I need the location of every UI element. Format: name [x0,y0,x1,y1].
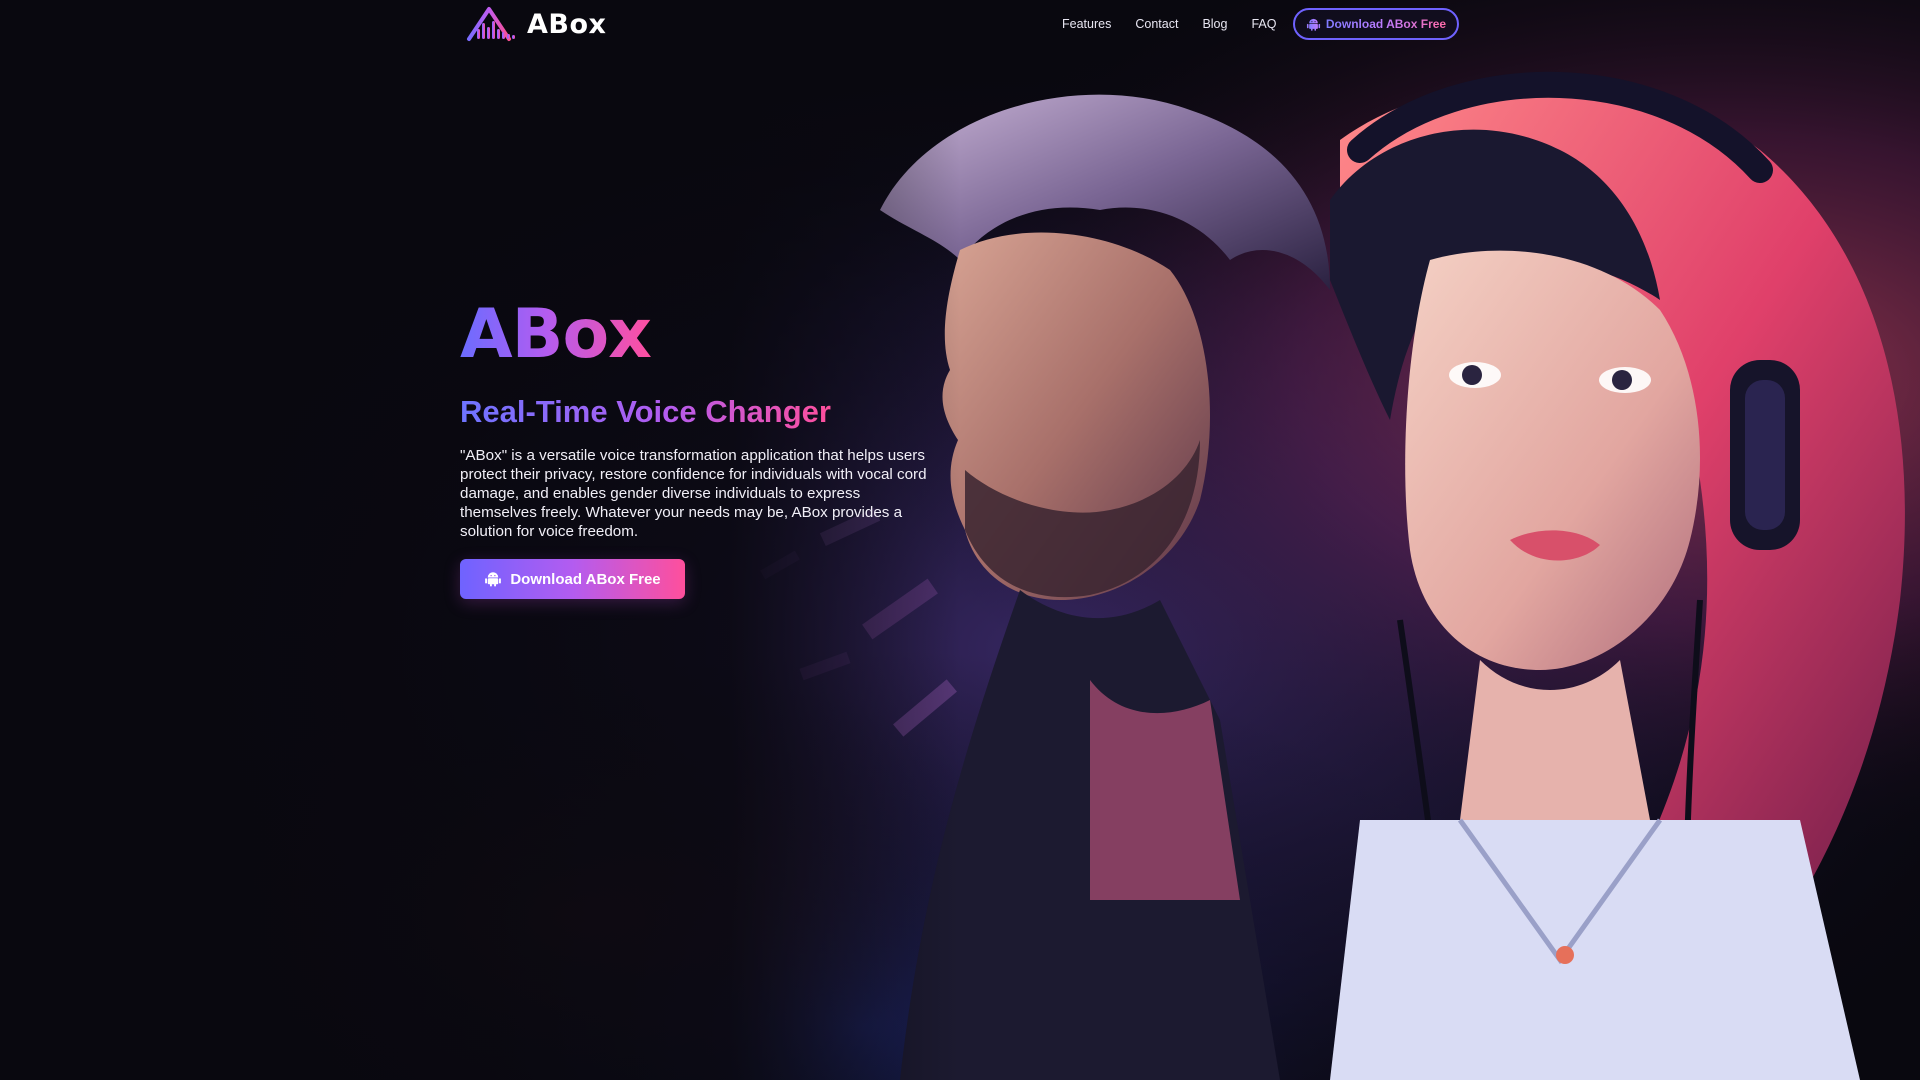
hero-title: ABox [460,290,652,380]
android-icon [485,572,502,587]
hero-download-button[interactable]: Download ABox Free [460,559,685,599]
nav-links: Features Contact Blog FAQ [1062,14,1276,34]
android-icon [1306,18,1320,31]
nav-link-faq[interactable]: FAQ [1251,14,1276,34]
nav-link-features[interactable]: Features [1062,14,1111,34]
hero-subtitle: Real-Time Voice Changer [460,392,831,432]
hero-download-label: Download ABox Free [510,570,661,588]
landing-page: ABox Features Contact Blog FAQ Download … [0,0,1920,1080]
hero-description: "ABox" is a versatile voice transformati… [460,447,927,540]
hero-section: ABox Real-Time Voice Changer "ABox" is a… [460,290,940,599]
nav-link-contact[interactable]: Contact [1135,14,1178,34]
nav-link-blog[interactable]: Blog [1202,14,1227,34]
brand-name: ABox [527,8,607,40]
waveform-triangle-icon [467,7,515,41]
brand-logo[interactable]: ABox [465,4,606,44]
top-navbar: ABox Features Contact Blog FAQ Download … [0,0,1920,50]
nav-download-button[interactable]: Download ABox Free [1293,8,1459,40]
nav-download-label: Download ABox Free [1325,17,1447,31]
hero-artwork-image [0,0,1920,1080]
